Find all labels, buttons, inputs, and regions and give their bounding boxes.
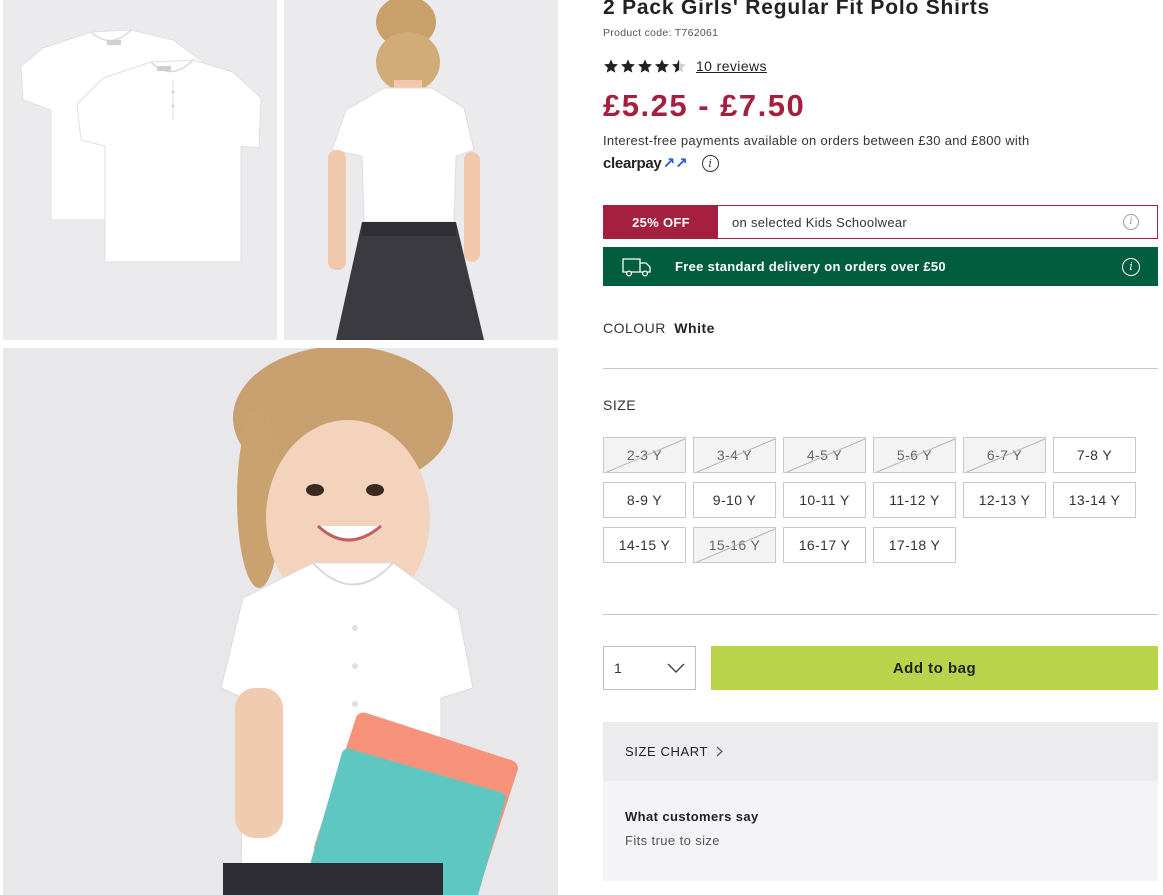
- size-option[interactable]: 3-4 Y: [693, 437, 776, 473]
- delivery-text: Free standard delivery on orders over £5…: [675, 259, 946, 274]
- product-image-flatlay[interactable]: [3, 0, 277, 340]
- customer-reviews-summary: What customers say Fits true to size: [603, 781, 1158, 881]
- clearpay-mark-icon: ↗↗: [662, 155, 688, 172]
- finance-info-text: Interest-free payments available on orde…: [603, 133, 1030, 148]
- size-option[interactable]: 2-3 Y: [603, 437, 686, 473]
- star-half-icon: [672, 59, 686, 73]
- product-price: £5.25 - £7.50: [603, 88, 806, 123]
- info-icon[interactable]: i: [1122, 257, 1140, 276]
- quantity-select[interactable]: 1: [603, 646, 696, 690]
- product-title: 2 Pack Girls' Regular Fit Polo Shirts: [603, 0, 991, 19]
- reviews-link[interactable]: 10 reviews: [696, 58, 767, 74]
- size-option[interactable]: 11-12 Y: [873, 482, 956, 518]
- size-label: SIZE: [603, 397, 637, 413]
- chevron-down-icon: [667, 663, 685, 673]
- chevron-right-icon: [716, 746, 723, 757]
- product-image-model-front[interactable]: [3, 348, 558, 895]
- size-option[interactable]: 7-8 Y: [1053, 437, 1136, 473]
- quantity-value: 1: [614, 660, 622, 676]
- product-image-back-view[interactable]: [284, 0, 558, 340]
- size-option[interactable]: 17-18 Y: [873, 527, 956, 563]
- colour-value: White: [674, 320, 715, 336]
- size-option[interactable]: 12-13 Y: [963, 482, 1046, 518]
- size-option[interactable]: 6-7 Y: [963, 437, 1046, 473]
- size-option[interactable]: 15-16 Y: [693, 527, 776, 563]
- size-option[interactable]: 16-17 Y: [783, 527, 866, 563]
- add-to-bag-button[interactable]: Add to bag: [711, 646, 1158, 690]
- size-option[interactable]: 4-5 Y: [783, 437, 866, 473]
- model-front-illustration: [3, 348, 558, 895]
- star-full-icon: [638, 59, 652, 73]
- size-options-grid: 2-3 Y 3-4 Y 4-5 Y 5-6 Y 6-7 Y 7-8 Y 8-9 …: [603, 437, 1163, 563]
- offer-text: on selected Kids Schoolwear: [732, 214, 908, 230]
- info-icon[interactable]: i: [701, 154, 719, 172]
- colour-label: COLOUR: [603, 320, 666, 336]
- clearpay-logo: clearpay: [603, 154, 662, 172]
- divider: [603, 614, 1158, 615]
- back-view-illustration: [284, 0, 558, 340]
- product-rating: 10 reviews: [603, 58, 767, 74]
- product-code: Product code: T762061: [603, 27, 719, 39]
- size-chart-link[interactable]: SIZE CHART: [603, 722, 1158, 781]
- info-icon[interactable]: i: [1123, 214, 1139, 230]
- divider: [603, 368, 1158, 369]
- colour-selector: COLOUR White: [603, 320, 715, 336]
- size-option[interactable]: 9-10 Y: [693, 482, 776, 518]
- size-option[interactable]: 5-6 Y: [873, 437, 956, 473]
- clearpay-row: clearpay ↗↗ i: [603, 154, 719, 172]
- rating-stars: [603, 58, 687, 74]
- size-option[interactable]: 8-9 Y: [603, 482, 686, 518]
- star-full-icon: [655, 59, 669, 73]
- star-full-icon: [604, 59, 618, 73]
- size-option[interactable]: 13-14 Y: [1053, 482, 1136, 518]
- delivery-van-icon: [622, 257, 651, 277]
- delivery-banner[interactable]: Free standard delivery on orders over £5…: [603, 247, 1158, 286]
- reviews-heading: What customers say: [625, 809, 759, 824]
- offer-banner[interactable]: 25% OFF on selected Kids Schoolwear i: [603, 205, 1158, 239]
- size-option[interactable]: 14-15 Y: [603, 527, 686, 563]
- size-chart-label: SIZE CHART: [625, 744, 709, 759]
- size-option[interactable]: 10-11 Y: [783, 482, 866, 518]
- reviews-summary-text: Fits true to size: [625, 833, 720, 848]
- offer-badge: 25% OFF: [604, 206, 718, 238]
- star-full-icon: [621, 59, 635, 73]
- flatlay-illustration: [3, 0, 277, 340]
- product-image-gallery: [0, 0, 560, 895]
